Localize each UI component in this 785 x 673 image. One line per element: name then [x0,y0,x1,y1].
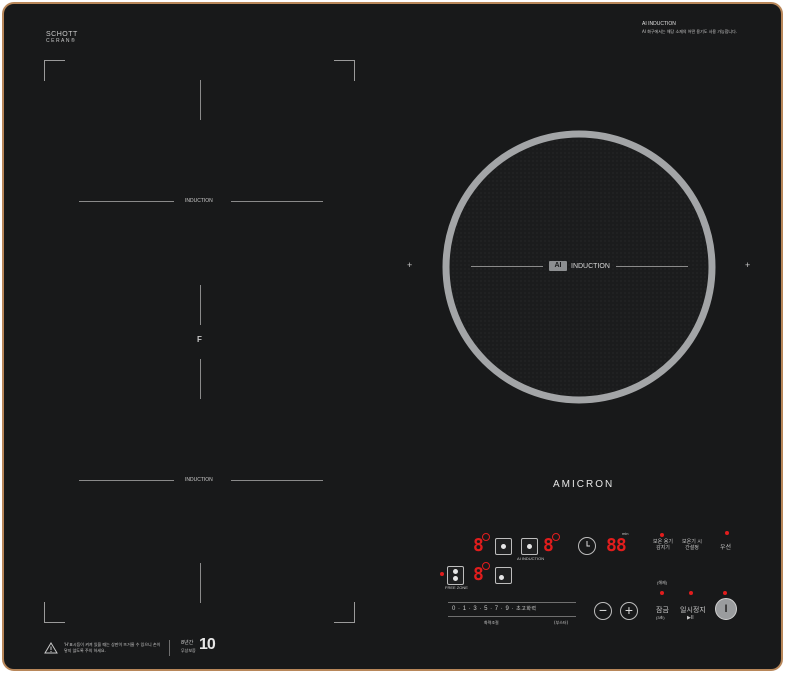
scale-boost: 초고화력 [516,606,537,612]
lock-small-label: (해제) [657,580,668,585]
scale-0: 0 [452,606,456,612]
warranty-top: 8년간 [181,640,194,646]
slider-sub-left: 화력조절 [484,620,499,625]
zone1-select-button[interactable] [495,538,512,555]
flex-zone-indicator [440,572,444,576]
ai-badge: AI [549,261,567,271]
pause-icon: ▶II [687,615,694,621]
scale-dot: · [500,606,504,612]
footer-divider [169,640,170,656]
timer-button[interactable] [578,537,596,555]
scale-5: 5 [484,606,488,612]
power-indicator [723,591,727,595]
ai-plus-right: + [745,260,751,270]
ai-induction-small-label: AI INDUCTION [517,556,545,561]
ai-notice: AI INDUCTION AI 화구에서는 해당 소재의 어떤 용기도 사용 가… [642,21,737,35]
timer-unit: min [622,531,629,536]
scale-dot: · [479,606,482,612]
warranty-sub: 무상보증 [181,648,196,653]
zone-mark-h2-right [231,480,323,481]
ai-plus-left: + [407,260,413,270]
zone-corner-br [334,602,355,623]
zone-corner-tr [334,60,355,81]
scale-dot: · [490,606,493,612]
zone2-select-button[interactable] [495,567,512,584]
priority-button[interactable]: 우선 [720,542,731,551]
zone-corner-tl [44,60,65,81]
zone1-timer-indicator [482,533,490,541]
ai-zone-label: INDUCTION [571,263,610,270]
zone-corner-bl [44,602,65,623]
warning-text: 'H'표시등이 켜져 있을 때는 상판이 뜨거울 수 있으니 손이 닿지 않도록… [64,642,161,653]
scale-dot: · [511,606,514,612]
zone2-timer-indicator [482,562,490,570]
ai-zone-line-right [616,266,688,267]
ai-zone-line-left [471,266,543,267]
zone-mark-h2-left [79,480,174,481]
time-setting-button[interactable]: 보온기 시간설정 [680,539,704,551]
keep-warm-button[interactable]: 보온 용기 감지기 [653,539,673,551]
scale-1: 1 [462,606,467,612]
brand-logo: SCHOTT CERAN® [46,31,78,45]
ai-zone-timer-indicator [552,533,560,541]
zone-mark-h1-right [231,201,323,202]
zone-mark-v3 [200,359,201,399]
ai-notice-body: AI 화구에서는 해당 소재의 어떤 용기도 사용 가능합니다. [642,29,738,34]
scale-7: 7 [494,606,499,612]
zone-bottom-label: INDUCTION [185,477,213,483]
pause-button[interactable]: 일시정지 [680,605,706,615]
power-slider[interactable]: 0 · 1 · 3 · 5 · 7 · 9 · 초고화력 [448,602,576,618]
brand-line2: CERAN® [46,38,77,44]
ai-zone-select-button[interactable] [521,538,538,555]
flex-mark: F [197,335,202,344]
minus-button[interactable]: − [594,602,612,620]
brand-line1: SCHOTT [46,31,78,38]
amicron-logo: AMICRON [553,479,615,490]
slider-sub-right: (부스터) [554,620,569,625]
ai-notice-title: AI INDUCTION [642,21,676,27]
scale-dot: · [468,606,472,612]
zone-mark-v2 [200,285,201,325]
cooktop-surface: SCHOTT CERAN® AI INDUCTION AI 화구에서는 해당 소… [2,2,783,671]
lock-sub-label: (3초) [656,615,665,620]
pause-indicator [689,591,693,595]
timer-display: 88 [606,535,627,556]
power-icon: I [724,603,728,615]
power-button[interactable]: I [715,598,737,620]
scale-dot: · [458,606,461,612]
slider-scale: 0 · 1 · 3 · 5 · 7 · 9 · 초고화력 [452,605,537,612]
zone-mark-h1-left [79,201,174,202]
clock-icon [586,541,590,547]
zone-mark-v1 [200,80,201,120]
warning-icon [44,642,58,654]
keep-warm-indicator [660,533,664,537]
flex-zone-label: FREE ZONE [445,585,468,590]
warranty-label: 8년간 무상보증 [181,640,196,654]
scale-3: 3 [473,606,478,612]
slider-top-line [448,602,576,603]
slider-bottom-line [448,616,576,617]
plus-button[interactable]: + [620,602,638,620]
lock-button[interactable]: 잠금 [656,605,669,615]
flex-zone-button[interactable] [447,566,464,585]
zone-mark-v4 [200,563,201,603]
scale-9: 9 [505,606,510,612]
zone-top-label: INDUCTION [185,198,213,204]
priority-indicator [725,531,729,535]
lock-indicator [660,591,664,595]
warranty-badge: 10 [199,636,216,653]
